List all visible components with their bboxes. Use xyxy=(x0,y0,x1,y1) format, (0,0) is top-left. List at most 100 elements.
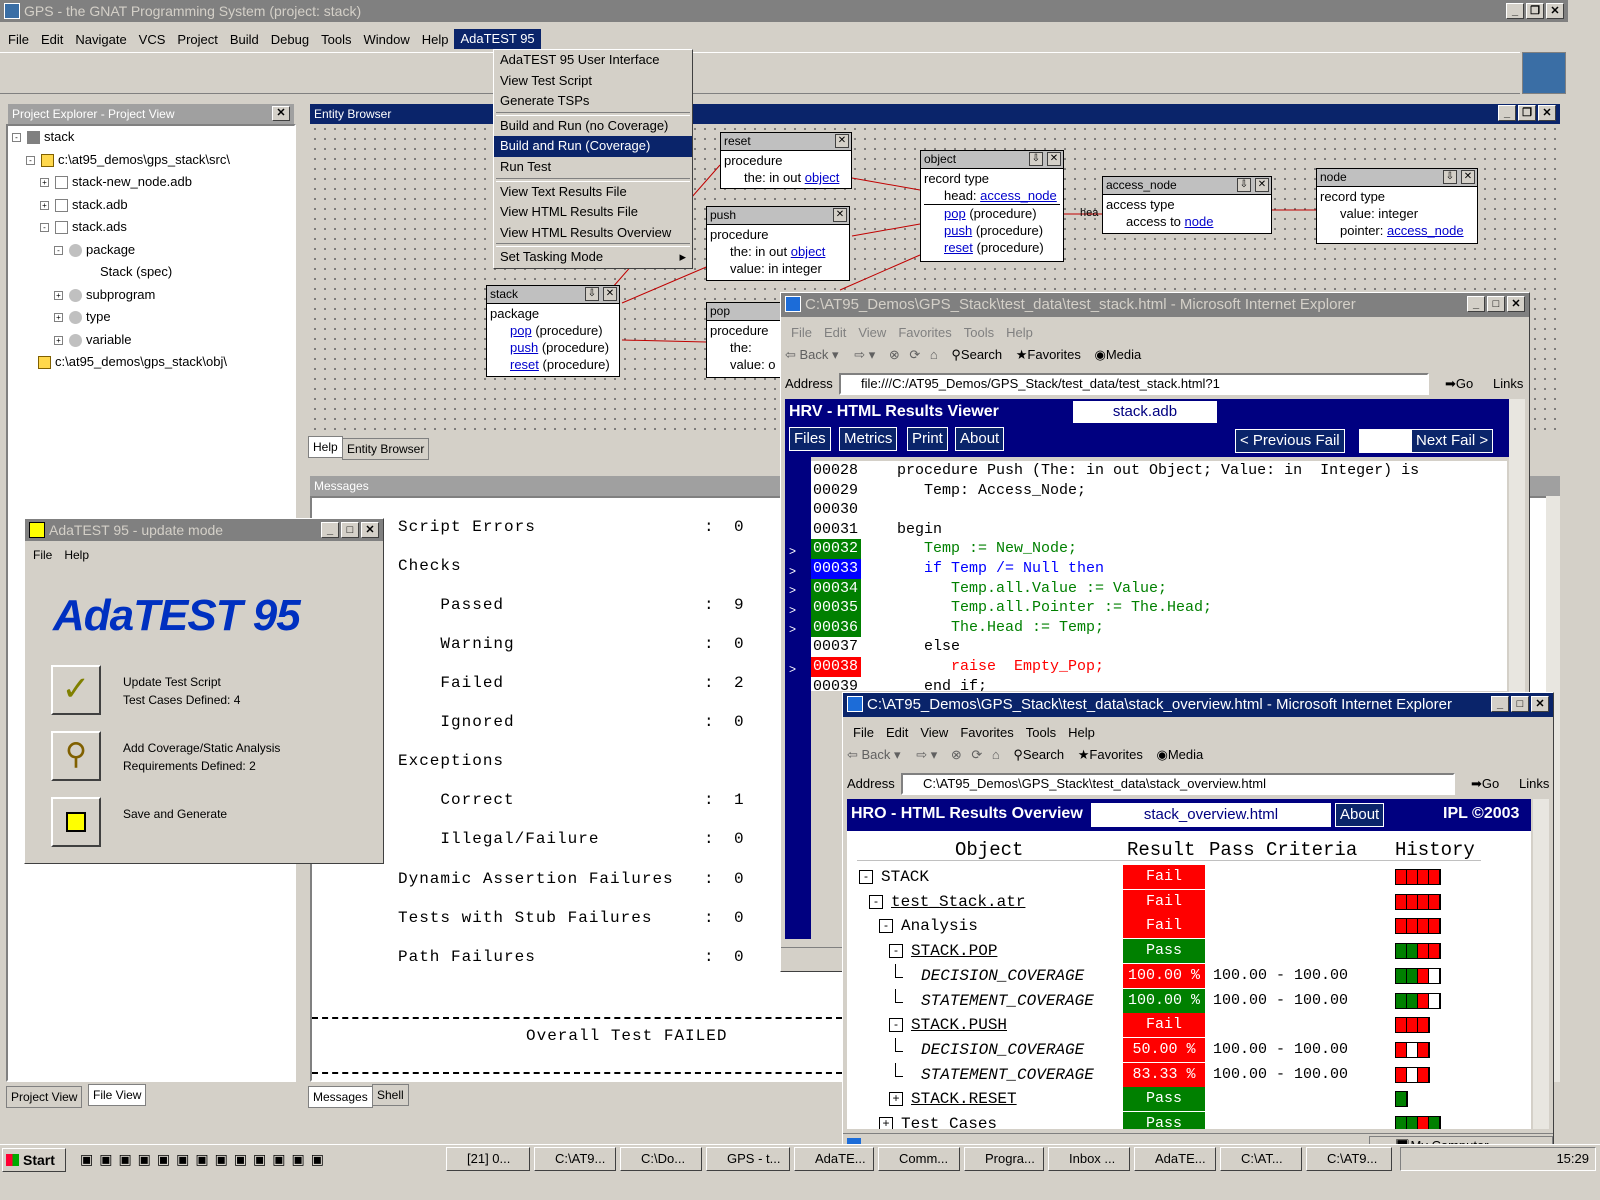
menu-item-build-run-coverage[interactable]: Build and Run (Coverage) xyxy=(494,136,692,157)
menu-favorites[interactable]: Favorites xyxy=(954,725,1019,740)
entity-box-pop[interactable]: pop procedure the: value: o xyxy=(706,302,786,378)
taskbar-button[interactable]: C:\AT... xyxy=(1220,1147,1302,1171)
close-button[interactable]: ✕ xyxy=(1531,696,1549,712)
taskbar-button[interactable]: Progra... xyxy=(964,1147,1044,1171)
menu-edit[interactable]: Edit xyxy=(880,725,914,740)
taskbar-button[interactable]: C:\AT9... xyxy=(534,1147,616,1171)
entity-box-object[interactable]: object ✕ ⇩ record type head: access_node p… xyxy=(920,150,1064,262)
tab-help[interactable]: Help xyxy=(308,436,343,458)
taskbar-button[interactable]: AdaTE... xyxy=(794,1147,874,1171)
menu-view[interactable]: View xyxy=(914,725,954,740)
favorites-button[interactable]: ★Favorites xyxy=(1016,347,1081,362)
taskbar-button[interactable]: AdaTE... xyxy=(1134,1147,1216,1171)
favorites-button[interactable]: ★Favorites xyxy=(1078,747,1143,762)
menu-file[interactable]: File xyxy=(785,325,818,340)
tab-entity-browser[interactable]: Entity Browser xyxy=(342,438,430,460)
back-button[interactable]: ⇦ Back ▾ xyxy=(785,347,839,362)
taskbar-button[interactable]: Comm... xyxy=(878,1147,960,1171)
entity-box-reset[interactable]: reset ✕ procedure the: in out object xyxy=(720,132,852,189)
expand-icon[interactable]: ⇩ xyxy=(1029,152,1043,166)
close-icon[interactable]: ✕ xyxy=(1047,152,1061,166)
entity-box-push[interactable]: push ✕ procedure the: in out object value: … xyxy=(706,206,850,281)
links-button[interactable]: Links xyxy=(1493,373,1523,395)
about-button[interactable]: About xyxy=(955,427,1005,451)
add-coverage-button[interactable]: ⚲ xyxy=(51,731,101,781)
tab-messages[interactable]: Messages xyxy=(308,1086,373,1108)
menu-edit[interactable]: Edit xyxy=(818,325,852,340)
minimize-button[interactable]: _ xyxy=(321,522,339,538)
media-button[interactable]: ◉Media xyxy=(1157,747,1204,762)
entity-box-access-node[interactable]: access_node ✕ ⇩ access type access to node xyxy=(1102,176,1272,234)
tree-toggle-icon[interactable]: - xyxy=(889,944,903,959)
start-button[interactable]: Start xyxy=(2,1148,66,1172)
hro-object[interactable]: test_Stack.atr xyxy=(891,890,1025,914)
about-button[interactable]: About xyxy=(1335,803,1385,827)
tree-toggle-icon[interactable]: - xyxy=(869,894,883,909)
menu-item-set-tasking-mode[interactable]: Set Tasking Mode ▸ xyxy=(494,247,692,268)
back-button[interactable]: ⇦ Back ▾ xyxy=(847,747,901,762)
hro-object[interactable]: STACK.POP xyxy=(911,939,997,963)
refresh-icon[interactable]: ⟳ xyxy=(909,347,920,362)
taskbar-button[interactable]: Inbox ... xyxy=(1048,1147,1130,1171)
stop-icon[interactable]: ⊗ xyxy=(951,747,962,762)
save-generate-button[interactable] xyxy=(51,797,101,847)
forward-button[interactable]: ⇨ ▾ xyxy=(916,747,937,762)
taskbar-button[interactable]: C:\AT9... xyxy=(1306,1147,1392,1171)
minimize-button[interactable]: _ xyxy=(1491,696,1509,712)
close-icon[interactable]: ✕ xyxy=(603,287,617,301)
menu-file[interactable]: File xyxy=(27,548,58,562)
refresh-icon[interactable]: ⟳ xyxy=(971,747,982,762)
menu-help[interactable]: Help xyxy=(1062,725,1101,740)
address-input[interactable]: C:\AT95_Demos\GPS_Stack\test_data\stack_… xyxy=(901,773,1455,795)
expand-icon[interactable]: ⇩ xyxy=(1443,170,1457,184)
hro-object[interactable]: STACK.RESET xyxy=(911,1087,1017,1111)
hro-object[interactable]: STACK.PUSH xyxy=(911,1013,1007,1037)
tab-shell[interactable]: Shell xyxy=(372,1084,409,1106)
menu-favorites[interactable]: Favorites xyxy=(892,325,957,340)
menu-help[interactable]: Help xyxy=(1000,325,1039,340)
close-button[interactable]: ✕ xyxy=(1507,296,1525,312)
menu-item-run-test[interactable]: Run Test xyxy=(494,157,692,178)
media-button[interactable]: ◉Media xyxy=(1095,347,1142,362)
minimize-button[interactable]: _ xyxy=(1467,296,1485,312)
menu-help[interactable]: Help xyxy=(58,548,95,562)
menu-item-view-test-script[interactable]: View Test Script xyxy=(494,71,692,92)
maximize-button[interactable]: □ xyxy=(1511,696,1529,712)
expand-icon[interactable]: ⇩ xyxy=(1237,178,1251,192)
home-icon[interactable]: ⌂ xyxy=(992,747,1000,762)
files-button[interactable]: Files xyxy=(789,427,831,451)
expand-icon[interactable]: ⇩ xyxy=(585,287,599,301)
menu-view[interactable]: View xyxy=(852,325,892,340)
previous-fail-button[interactable]: < Previous Fail xyxy=(1235,429,1345,453)
close-button[interactable]: ✕ xyxy=(361,522,379,538)
taskbar-button[interactable]: [21] 0... xyxy=(446,1147,530,1171)
stop-icon[interactable]: ⊗ xyxy=(889,347,900,362)
search-button[interactable]: ⚲Search xyxy=(1013,747,1064,762)
ie2-scrollbar[interactable] xyxy=(1533,799,1549,1129)
close-icon[interactable]: ✕ xyxy=(1461,170,1475,184)
tree-toggle-icon[interactable]: - xyxy=(889,1018,903,1033)
forward-button[interactable]: ⇨ ▾ xyxy=(854,347,875,362)
entity-box-node[interactable]: node ✕ ⇩ record type value: integer pointer:… xyxy=(1316,168,1478,244)
menu-item-generate-tsps[interactable]: Generate TSPs xyxy=(494,91,692,112)
search-button[interactable]: ⚲Search xyxy=(951,347,1002,362)
tree-toggle-icon[interactable]: + xyxy=(879,1117,893,1129)
menu-item-user-interface[interactable]: AdaTEST 95 User Interface xyxy=(494,50,692,71)
menu-item-view-text-results[interactable]: View Text Results File xyxy=(494,182,692,203)
metrics-button[interactable]: Metrics xyxy=(839,427,898,451)
update-test-script-button[interactable]: ✓ xyxy=(51,665,101,715)
close-icon[interactable]: ✕ xyxy=(833,208,847,222)
tree-toggle-icon[interactable]: - xyxy=(859,870,873,884)
maximize-button[interactable]: □ xyxy=(341,522,359,538)
tree-toggle-icon[interactable]: + xyxy=(889,1092,903,1107)
next-fail-button[interactable]: Next Fail > xyxy=(1411,429,1494,453)
home-icon[interactable]: ⌂ xyxy=(930,347,938,362)
tree-toggle-icon[interactable]: - xyxy=(879,919,893,934)
entity-box-stack[interactable]: stack ✕ ⇩ package pop (procedure) push (pr… xyxy=(486,285,620,377)
menu-item-build-run-no-coverage[interactable]: Build and Run (no Coverage) xyxy=(494,116,692,137)
go-button[interactable]: ➡Go xyxy=(1471,773,1499,795)
menu-item-view-html-results[interactable]: View HTML Results File xyxy=(494,202,692,223)
menu-tools[interactable]: Tools xyxy=(958,325,1000,340)
close-icon[interactable]: ✕ xyxy=(835,134,849,148)
taskbar-button[interactable]: C:\Do... xyxy=(620,1147,702,1171)
